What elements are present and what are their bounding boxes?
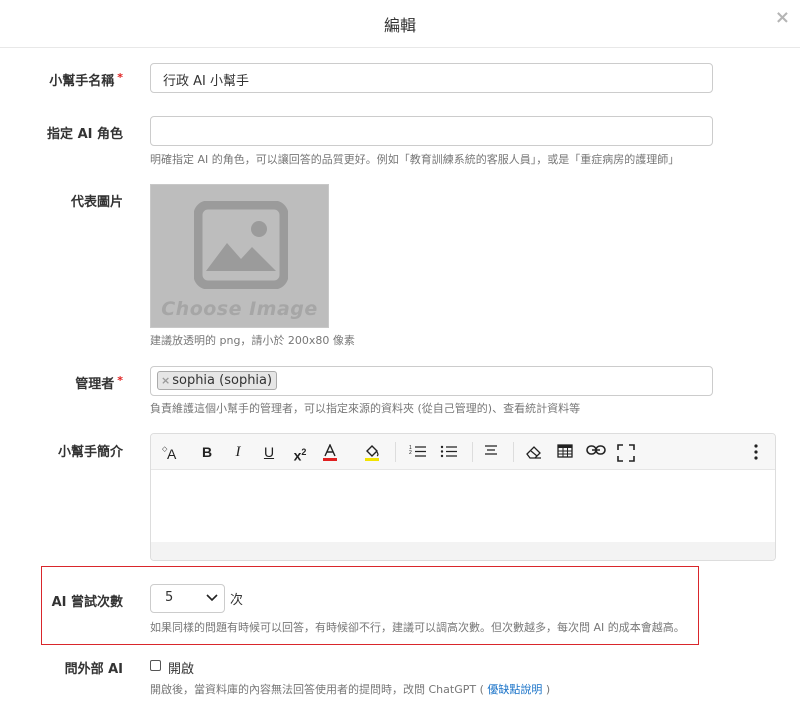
table-icon[interactable] bbox=[552, 441, 578, 463]
attempts-unit: 次 bbox=[230, 593, 244, 608]
ordered-list-icon[interactable]: 12 bbox=[405, 441, 431, 463]
managers-label: 管理者 * bbox=[75, 374, 123, 392]
manager-tag: × sophia (sophia) bbox=[157, 371, 278, 390]
intro-label: 小幫手簡介 bbox=[57, 445, 123, 460]
attempts-label: AI 嘗試次數 bbox=[51, 595, 123, 610]
close-button[interactable]: × bbox=[775, 9, 790, 27]
highlight-color-icon[interactable] bbox=[359, 441, 385, 463]
name-label: 小幫手名稱 * bbox=[49, 71, 123, 89]
more-icon[interactable] bbox=[743, 441, 769, 463]
manager-tag-label: sophia (sophia) bbox=[172, 373, 273, 388]
unordered-list-icon[interactable] bbox=[436, 441, 462, 463]
role-input[interactable] bbox=[150, 116, 713, 146]
image-help: 建議放透明的 png，請小於 200x80 像素 bbox=[150, 334, 355, 347]
editor-status-bar bbox=[151, 542, 775, 560]
role-label: 指定 AI 角色 bbox=[47, 127, 123, 142]
chevron-down-icon bbox=[206, 594, 218, 602]
align-icon[interactable] bbox=[478, 441, 504, 463]
image-placeholder-icon bbox=[194, 201, 288, 289]
toolbar-divider bbox=[513, 442, 514, 462]
image-picker[interactable]: Choose Image bbox=[150, 184, 329, 328]
editor-toolbar: A ◇ B I U x2 12 bbox=[151, 434, 775, 470]
role-help: 明確指定 AI 的角色，可以讓回答的品質更好。例如「教育訓練系統的客服人員」，或… bbox=[150, 153, 680, 166]
fullscreen-icon[interactable] bbox=[613, 441, 639, 463]
modal-title: 編輯 bbox=[383, 16, 416, 35]
required-marker: * bbox=[117, 374, 123, 387]
external-ai-label: 問外部 AI bbox=[64, 662, 123, 677]
external-ai-checkbox[interactable] bbox=[150, 660, 161, 671]
rich-text-editor: A ◇ B I U x2 12 bbox=[150, 433, 776, 561]
underline-icon[interactable]: U bbox=[256, 441, 282, 463]
required-marker: * bbox=[117, 71, 123, 84]
external-ai-help: 開啟後，當資料庫的內容無法回答使用者的提問時，改問 ChatGPT ( 優缺點說… bbox=[150, 683, 551, 696]
toolbar-divider bbox=[395, 442, 396, 462]
attempts-select[interactable]: 5 bbox=[150, 584, 225, 613]
font-size-icon[interactable]: A ◇ bbox=[158, 441, 184, 463]
svg-text:◇: ◇ bbox=[162, 446, 168, 453]
attempts-select-value: 5 bbox=[165, 590, 174, 605]
bold-icon[interactable]: B bbox=[194, 441, 220, 463]
eraser-icon[interactable] bbox=[521, 441, 547, 463]
image-label: 代表圖片 bbox=[70, 195, 123, 210]
tag-remove-icon[interactable]: × bbox=[161, 374, 170, 387]
choose-image-text: Choose Image bbox=[161, 298, 318, 320]
link-icon[interactable] bbox=[583, 441, 609, 463]
svg-text:A: A bbox=[167, 446, 177, 460]
italic-icon[interactable]: I bbox=[225, 441, 251, 463]
modal-header: 編輯 × bbox=[0, 0, 800, 48]
pros-cons-link[interactable]: 優缺點說明 bbox=[487, 683, 542, 696]
managers-help: 負責維護這個小幫手的管理者，可以指定來源的資料夾 (從自己管理的)、查看統計資料… bbox=[150, 402, 581, 415]
superscript-icon[interactable]: x2 bbox=[287, 441, 313, 464]
name-input[interactable]: 行政 AI 小幫手 bbox=[150, 63, 713, 93]
external-ai-checkbox-label[interactable]: 開啟 bbox=[168, 658, 194, 677]
text-color-icon[interactable] bbox=[317, 441, 343, 463]
toolbar-divider bbox=[472, 442, 473, 462]
attempts-help: 如果同樣的問題有時候可以回答，有時候卻不行，建議可以調高次數。但次數越多，每次問… bbox=[150, 621, 685, 634]
editor-content-area[interactable] bbox=[151, 471, 775, 541]
svg-text:2: 2 bbox=[409, 450, 412, 456]
